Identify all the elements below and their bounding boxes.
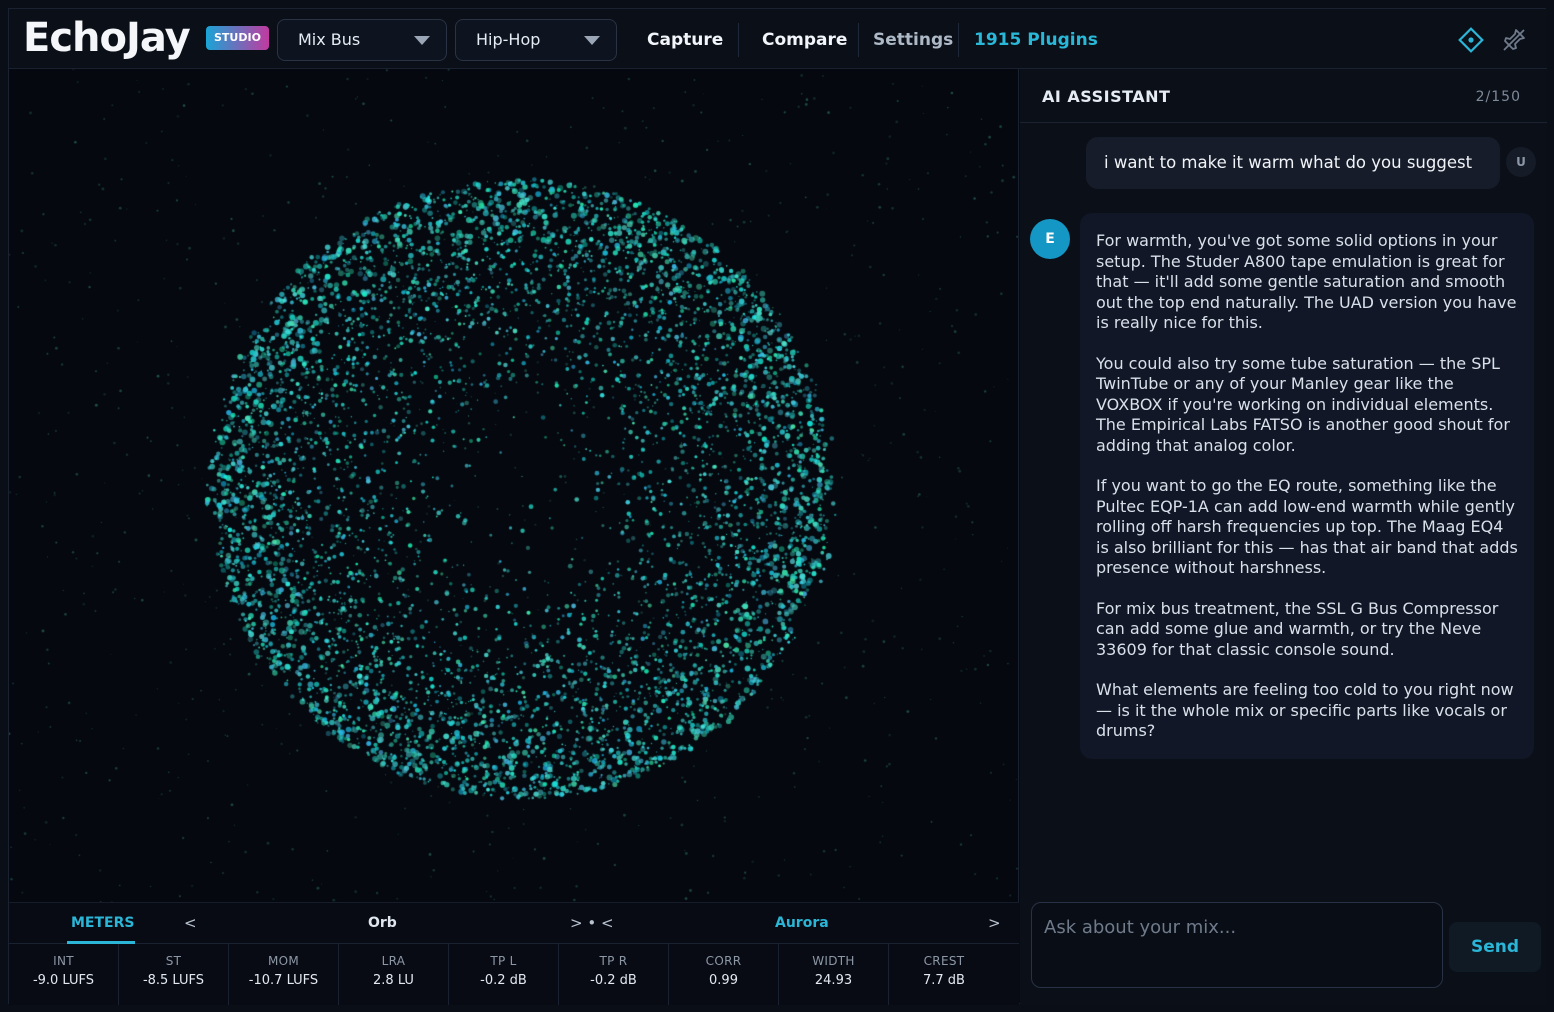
mode-prev-button[interactable]: < [184,903,197,945]
app-window: EchoJay STUDIO Mix Bus Hip-Hop Capture C… [8,8,1547,1005]
tab-meters[interactable]: METERS [71,903,134,945]
assistant-header: AI ASSISTANT 2/150 [1020,69,1547,123]
assistant-paragraph: What elements are feeling too cold to yo… [1096,680,1514,740]
meter-st: ST -8.5 LUFS [119,944,229,1005]
top-bar: EchoJay STUDIO Mix Bus Hip-Hop Capture C… [9,9,1547,69]
diamond-icon[interactable] [1458,27,1484,53]
meter-tp-r: TP R -0.2 dB [559,944,669,1005]
app-logo: EchoJay [23,15,191,61]
studio-badge: STUDIO [206,26,269,50]
meter-width: WIDTH 24.93 [779,944,889,1005]
assistant-paragraph: You could also try some tube saturation … [1096,353,1510,455]
user-message: i want to make it warm what do you sugge… [1086,137,1500,189]
chat-input[interactable] [1031,902,1443,988]
orb-visualization [9,69,1018,902]
assistant-paragraph: For warmth, you've got some solid option… [1096,231,1517,332]
user-avatar: U [1506,147,1536,177]
meter-corr: CORR 0.99 [669,944,779,1005]
nav-divider [858,23,859,57]
visualizer-panel [9,69,1019,902]
meter-crest: CREST 7.7 dB [923,954,965,988]
meter-tp-l: TP L -0.2 dB [449,944,559,1005]
assistant-paragraph: If you want to go the EQ route, somethin… [1096,476,1518,577]
palette-next-button[interactable]: > [988,903,1001,945]
mode-label: Orb [368,915,397,931]
bus-select-value: Mix Bus [298,30,361,49]
assistant-avatar: E [1030,219,1070,259]
meter-lra: LRA 2.8 LU [339,944,449,1005]
chevron-down-icon [584,36,600,45]
assistant-paragraph: For mix bus treatment, the SSL G Bus Com… [1096,598,1499,659]
assistant-title: AI ASSISTANT [1042,87,1171,106]
ai-assistant-panel: AI ASSISTANT 2/150 i want to make it war… [1020,69,1547,1005]
nav-capture[interactable]: Capture [647,9,723,69]
assistant-message: For warmth, you've got some solid option… [1080,213,1534,759]
nav-compare[interactable]: Compare [762,9,847,69]
message-count: 2/150 [1475,89,1521,105]
mode-palette-nav[interactable]: > • < [570,903,614,945]
loudness-meters: INT -9.0 LUFS ST -8.5 LUFS MOM -10.7 LUFS L… [9,944,1019,1005]
chevron-down-icon [414,36,430,45]
nav-divider [738,23,739,57]
genre-select[interactable]: Hip-Hop [455,19,617,61]
meter-tab-bar: METERS < Orb > • < Aurora > [9,902,1019,944]
send-button[interactable]: Send [1449,922,1541,972]
nav-settings[interactable]: Settings [873,9,953,69]
unpin-icon[interactable] [1501,27,1527,53]
meter-int: INT -9.0 LUFS [9,944,119,1005]
bus-select[interactable]: Mix Bus [277,19,447,61]
palette-label: Aurora [775,915,829,931]
nav-divider [958,23,959,57]
genre-select-value: Hip-Hop [476,30,541,49]
nav-plugins[interactable]: 1915 Plugins [974,9,1098,69]
meter-mom: MOM -10.7 LUFS [229,944,339,1005]
